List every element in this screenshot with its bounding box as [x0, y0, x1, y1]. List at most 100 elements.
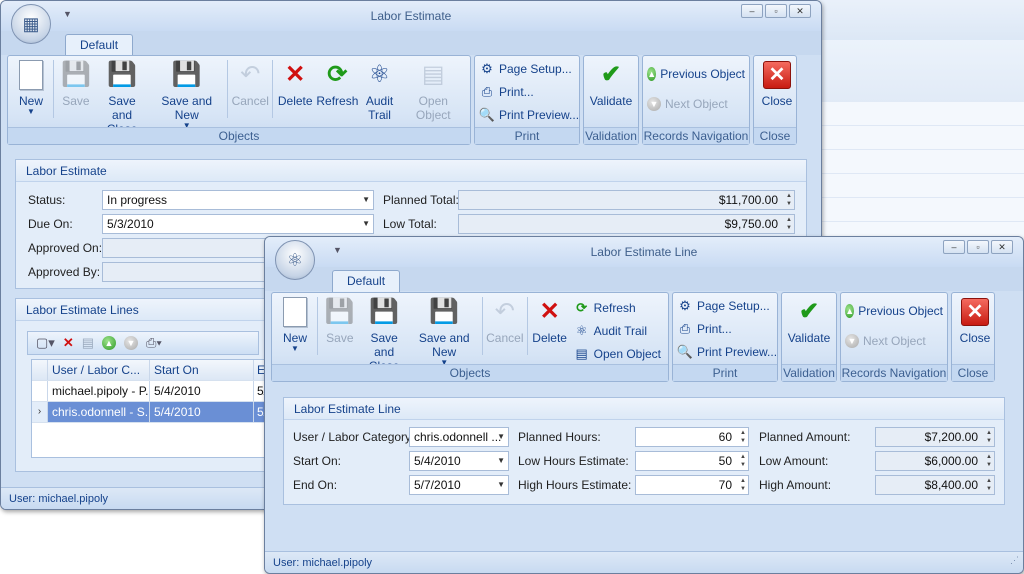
next-object-button[interactable]: ▼ Next Object: [647, 94, 745, 113]
spinner-icon[interactable]: ▲ ▼: [740, 453, 746, 469]
previous-object-button[interactable]: ▲ Previous Object: [845, 301, 943, 320]
next-object-button[interactable]: ▼ Next Object: [845, 331, 943, 350]
new-button[interactable]: New ▼: [11, 58, 51, 136]
maximize-button[interactable]: ▫: [765, 4, 787, 18]
audit-trail-button[interactable]: ⚛ Audit Trail: [574, 321, 661, 340]
save-and-new-button[interactable]: 💾 Save and New ▼: [148, 58, 225, 136]
validation-caption: Validation: [584, 127, 638, 144]
records-caption: Records Navigation: [643, 127, 749, 144]
cell-start: 5/4/2010: [150, 402, 254, 422]
cell-user: chris.odonnell - S...: [48, 402, 150, 422]
print-preview-icon: 🔍: [676, 343, 694, 359]
cell-start: 5/4/2010: [150, 381, 254, 401]
ribbon: New▼ 💾Save 💾Save and Close 💾Save and New…: [7, 55, 815, 145]
print-line-icon[interactable]: ⎙▾: [146, 335, 162, 351]
page-setup-button[interactable]: ⚙ Page Setup...: [677, 296, 773, 315]
save-button[interactable]: 💾 Save: [320, 295, 360, 373]
refresh-icon: ⟳: [576, 299, 588, 315]
app-menu-button[interactable]: ⚛: [275, 240, 315, 280]
close-window-button[interactable]: ✕: [991, 240, 1013, 254]
refresh-button[interactable]: ⟳ Refresh: [315, 58, 359, 136]
close-button[interactable]: ✕ Close: [955, 295, 995, 345]
save-close-icon: 💾: [107, 61, 137, 88]
spinner-icon: ▲ ▼: [786, 193, 792, 207]
delete-button[interactable]: ✕ Delete: [275, 58, 315, 136]
planned-total-field: $11,700.00 ▲ ▼: [458, 190, 795, 210]
up-arrow-icon: ▲: [845, 303, 855, 318]
save-and-new-button[interactable]: 💾 Save and New ▼: [408, 295, 480, 373]
print-button[interactable]: ⎙ Print...: [479, 82, 575, 101]
high-hours-input[interactable]: 70 ▲ ▼: [635, 475, 749, 495]
quick-access-dropdown-icon[interactable]: ▼: [333, 245, 342, 255]
column-user[interactable]: User / Labor C...: [48, 360, 150, 380]
window-title: Labor Estimate: [1, 1, 821, 31]
previous-object-button[interactable]: ▲ Previous Object: [647, 64, 745, 83]
start-on-date-field[interactable]: 5/4/2010 ▼: [409, 451, 509, 471]
page-setup-icon: ⚙: [679, 297, 691, 313]
down-arrow-icon: ▼: [647, 96, 661, 111]
page-setup-button[interactable]: ⚙ Page Setup...: [479, 59, 575, 78]
maximize-button[interactable]: ▫: [967, 240, 989, 254]
save-line-icon[interactable]: ▤: [82, 335, 94, 351]
planned-hours-input[interactable]: 60 ▲ ▼: [635, 427, 749, 447]
move-down-icon[interactable]: ▼: [124, 336, 139, 350]
delete-line-icon[interactable]: ✕: [63, 335, 74, 351]
lines-grid: User / Labor C... Start On En michael.pi…: [31, 359, 265, 458]
planned-hours-label: Planned Hours:: [518, 430, 601, 444]
close-icon: ✕: [961, 298, 989, 326]
status-text: User: michael.pipoly: [273, 557, 373, 569]
save-new-icon: 💾: [171, 61, 202, 88]
close-group: ✕ Close Close: [753, 55, 797, 145]
ribbon-tab-row: Default: [1, 31, 821, 56]
cancel-button[interactable]: ↶ Cancel: [485, 295, 525, 373]
cancel-button[interactable]: ↶ Cancel: [230, 58, 270, 136]
minimize-button[interactable]: –: [943, 240, 965, 254]
spinner-icon[interactable]: ▲ ▼: [740, 429, 746, 445]
tab-default[interactable]: Default: [65, 34, 134, 56]
column-start-on[interactable]: Start On: [150, 360, 254, 380]
open-object-button[interactable]: ▤ Open Object: [574, 344, 661, 363]
save-and-close-button[interactable]: 💾Save and Close: [360, 295, 409, 374]
save-and-close-button[interactable]: 💾Save and Close: [96, 58, 148, 137]
panel-title: Labor Estimate: [16, 160, 806, 182]
close-window-button[interactable]: ✕: [789, 4, 811, 18]
atom-icon: ⚛: [286, 249, 304, 270]
start-on-label: Start On:: [293, 454, 342, 468]
new-line-icon[interactable]: ▢▾: [36, 335, 55, 351]
app-menu-button[interactable]: ▦: [11, 4, 51, 44]
spinner-icon[interactable]: ▲ ▼: [740, 477, 746, 493]
tab-default[interactable]: Default: [332, 270, 401, 292]
low-amount-label: Low Amount:: [759, 454, 829, 468]
column-end[interactable]: En: [254, 360, 264, 380]
close-button[interactable]: ✕ Close: [757, 58, 797, 108]
validate-button[interactable]: ✔ Validate: [587, 58, 635, 109]
validate-button[interactable]: ✔ Validate: [785, 295, 833, 346]
print-group: ⚙ Page Setup... ⎙ Print... 🔍 Print Preview.…: [474, 55, 580, 145]
low-total-field: $9,750.00 ▲ ▼: [458, 214, 795, 234]
refresh-button[interactable]: ⟳ Refresh: [574, 298, 661, 317]
resize-grip-icon[interactable]: ⋰: [1010, 549, 1019, 571]
user-category-dropdown[interactable]: chris.odonnell ... ▼: [409, 427, 509, 447]
print-button[interactable]: ⎙ Print...: [677, 319, 773, 338]
high-amount-field: $8,400.00 ▲ ▼: [875, 475, 995, 495]
table-row[interactable]: › chris.odonnell - S... 5/4/2010 5/: [32, 402, 264, 423]
due-on-date-field[interactable]: 5/3/2010 ▼: [102, 214, 374, 234]
new-button[interactable]: New ▼: [275, 295, 315, 373]
low-hours-input[interactable]: 50 ▲ ▼: [635, 451, 749, 471]
minimize-button[interactable]: –: [741, 4, 763, 18]
ribbon: New▼ 💾Save 💾Save and Close 💾Save and New…: [271, 292, 1017, 382]
status-dropdown[interactable]: In progress ▼: [102, 190, 374, 210]
open-object-button[interactable]: ▤ Open Object: [400, 58, 467, 136]
quick-access-dropdown-icon[interactable]: ▼: [63, 9, 72, 19]
delete-button[interactable]: ✕ Delete: [530, 295, 570, 373]
table-row[interactable]: michael.pipoly - P... 5/4/2010 5/: [32, 381, 264, 402]
objects-caption: Objects: [272, 364, 668, 381]
move-up-icon[interactable]: ▲: [102, 336, 117, 350]
end-on-date-field[interactable]: 5/7/2010 ▼: [409, 475, 509, 495]
print-preview-button[interactable]: 🔍 Print Preview...: [676, 342, 777, 361]
due-on-label: Due On:: [28, 217, 73, 231]
print-preview-button[interactable]: 🔍 Print Preview...: [479, 105, 579, 124]
new-document-icon: [283, 297, 307, 327]
save-button[interactable]: 💾 Save: [56, 58, 96, 136]
audit-trail-button[interactable]: ⚛ Audit Trail: [360, 58, 400, 136]
